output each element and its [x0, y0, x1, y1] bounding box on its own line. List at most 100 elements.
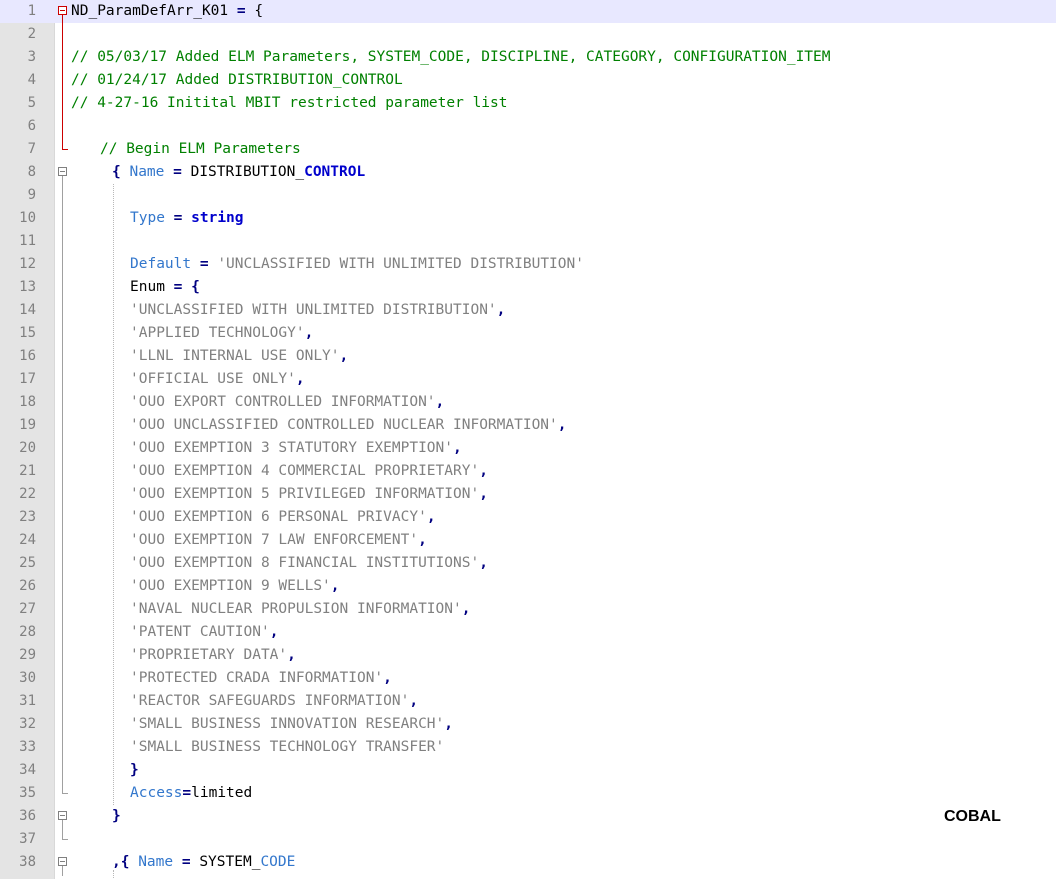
code-token: = [173, 854, 200, 870]
line-number: 32 [19, 716, 36, 732]
code-line[interactable]: 17 'OFFICIAL USE ONLY', [0, 368, 1056, 391]
code-token: , [557, 417, 567, 433]
line-text: 'SMALL BUSINESS INNOVATION RESEARCH', [130, 715, 453, 734]
line-number: 31 [19, 693, 36, 709]
line-number: 22 [19, 486, 36, 502]
fold-toggle-icon[interactable] [58, 6, 67, 15]
code-line[interactable]: 32 'SMALL BUSINESS INNOVATION RESEARCH', [0, 713, 1056, 736]
code-line[interactable]: 25 'OUO EXEMPTION 8 FINANCIAL INSTITUTION… [0, 552, 1056, 575]
line-number: 16 [19, 348, 36, 364]
code-line[interactable]: 35 Access=limited [0, 782, 1056, 805]
code-token: , [479, 555, 488, 571]
code-token: 'UNCLASSIFIED WITH UNLIMITED DISTRIBUTIO… [130, 302, 497, 318]
code-line[interactable]: 15 'APPLIED TECHNOLOGY', [0, 322, 1056, 345]
code-line[interactable]: 4 // 01/24/17 Added DISTRIBUTION_CONTROL [0, 69, 1056, 92]
line-text: 'OUO EXEMPTION 5 PRIVILEGED INFORMATION'… [130, 485, 488, 504]
fold-line [62, 176, 63, 793]
overlay-label: COBAL [944, 808, 1001, 825]
line-text: } [130, 761, 139, 780]
line-number: 9 [27, 187, 36, 203]
code-line[interactable]: 11 [0, 230, 1056, 253]
line-number: 4 [27, 72, 36, 88]
code-line[interactable]: 8 { Name = DISTRIBUTION_CONTROL [0, 161, 1056, 184]
line-number: 24 [19, 532, 36, 548]
code-token: , [304, 325, 314, 341]
code-token: 'PROTECTED CRADA INFORMATION' [130, 670, 384, 686]
code-line[interactable]: 18 'OUO EXPORT CONTROLLED INFORMATION', [0, 391, 1056, 414]
code-line[interactable]: 9 [0, 184, 1056, 207]
code-token: , [339, 348, 349, 364]
code-line[interactable]: 21 'OUO EXEMPTION 4 COMMERCIAL PROPRIETAR… [0, 460, 1056, 483]
code-line[interactable]: 16 'LLNL INTERNAL USE ONLY', [0, 345, 1056, 368]
code-token: 'SMALL BUSINESS INNOVATION RESEARCH' [130, 716, 445, 732]
code-line[interactable]: 3 // 05/03/17 Added ELM Parameters, SYSTE… [0, 46, 1056, 69]
code-line[interactable]: 1 ND_ParamDefArr_K01 = { [0, 0, 1056, 23]
line-text: 'OFFICIAL USE ONLY', [130, 370, 305, 389]
code-token: 'OUO EXEMPTION 6 PERSONAL PRIVACY' [130, 509, 427, 525]
code-line[interactable]: 7 // Begin ELM Parameters [0, 138, 1056, 161]
line-text: 'UNCLASSIFIED WITH UNLIMITED DISTRIBUTIO… [130, 301, 505, 320]
code-line[interactable]: 23 'OUO EXEMPTION 6 PERSONAL PRIVACY', [0, 506, 1056, 529]
code-token: , [418, 532, 427, 548]
line-number: 11 [19, 233, 36, 249]
code-line[interactable]: 22 'OUO EXEMPTION 5 PRIVILEGED INFORMATIO… [0, 483, 1056, 506]
code-line[interactable]: 12 Default = 'UNCLASSIFIED WITH UNLIMITED… [0, 253, 1056, 276]
code-token: limited [191, 785, 253, 801]
code-line[interactable]: 38 ,{ Name = SYSTEM_CODE [0, 851, 1056, 874]
code-line[interactable]: 10 Type = string [0, 207, 1056, 230]
code-line[interactable]: 36} [0, 805, 1056, 828]
code-token: Name [138, 854, 174, 870]
line-number: 35 [19, 785, 36, 801]
line-text: 'REACTOR SAFEGUARDS INFORMATION', [130, 692, 418, 711]
code-token: 'OUO EXEMPTION 9 WELLS' [130, 578, 331, 594]
code-line[interactable]: 5 // 4-27-16 Initital MBIT restricted par… [0, 92, 1056, 115]
line-text: 'APPLIED TECHNOLOGY', [130, 324, 313, 343]
code-token: Name [129, 164, 165, 180]
line-text: // 01/24/17 Added DISTRIBUTION_CONTROL [71, 71, 403, 90]
code-token: 'UNCLASSIFIED WITH UNLIMITED DISTRIBUTIO… [217, 256, 584, 272]
code-token: , [409, 693, 419, 709]
code-line[interactable]: 20 'OUO EXEMPTION 3 STATUTORY EXEMPTION', [0, 437, 1056, 460]
code-line[interactable]: 30 'PROTECTED CRADA INFORMATION', [0, 667, 1056, 690]
code-line[interactable]: 6 [0, 115, 1056, 138]
line-number: 33 [19, 739, 36, 755]
line-number: 5 [27, 95, 36, 111]
code-token: 'NAVAL NUCLEAR PROPULSION INFORMATION' [130, 601, 462, 617]
fold-toggle-icon[interactable] [58, 167, 67, 176]
code-token: , [330, 578, 340, 594]
code-token: , [295, 371, 305, 387]
line-text: 'PROPRIETARY DATA', [130, 646, 296, 665]
line-number: 15 [19, 325, 36, 341]
code-line[interactable]: 29 'PROPRIETARY DATA', [0, 644, 1056, 667]
code-token: // 05/03/17 Added ELM Parameters, SYSTEM… [71, 49, 831, 65]
fold-line [62, 15, 63, 149]
fold-toggle-icon[interactable] [58, 811, 67, 820]
code-line[interactable]: 26 'OUO EXEMPTION 9 WELLS', [0, 575, 1056, 598]
code-line[interactable]: 34} [0, 759, 1056, 782]
code-token: { [112, 164, 130, 180]
code-line[interactable]: 19 'OUO UNCLASSIFIED CONTROLLED NUCLEAR I… [0, 414, 1056, 437]
code-token: // Begin ELM Parameters [100, 141, 301, 157]
code-line[interactable]: 14 'UNCLASSIFIED WITH UNLIMITED DISTRIBUT… [0, 299, 1056, 322]
code-line[interactable]: 28 'PATENT CAUTION', [0, 621, 1056, 644]
code-line[interactable]: 2 [0, 23, 1056, 46]
code-line[interactable]: 27 'NAVAL NUCLEAR PROPULSION INFORMATION'… [0, 598, 1056, 621]
code-token: , [426, 509, 436, 525]
fold-toggle-icon[interactable] [58, 857, 67, 866]
code-line[interactable]: 24 'OUO EXEMPTION 7 LAW ENFORCEMENT', [0, 529, 1056, 552]
code-line[interactable]: 37 [0, 828, 1056, 851]
code-token: 'SMALL BUSINESS TECHNOLOGY TRANSFER' [130, 739, 445, 755]
line-text: 'OUO UNCLASSIFIED CONTROLLED NUCLEAR INF… [130, 416, 567, 435]
line-number: 8 [27, 164, 36, 180]
code-token: // 01/24/17 Added DISTRIBUTION_CONTROL [71, 72, 403, 88]
code-editor[interactable]: 1 ND_ParamDefArr_K01 = {2 3// 05/03/17 Add… [0, 0, 1056, 879]
line-text: 'OUO EXEMPTION 6 PERSONAL PRIVACY', [130, 508, 436, 527]
code-token: { [182, 279, 200, 295]
code-token: 'OUO EXEMPTION 4 COMMERCIAL PROPRIETARY' [130, 463, 480, 479]
code-line[interactable]: 13 Enum = { [0, 276, 1056, 299]
code-line[interactable]: 31 'REACTOR SAFEGUARDS INFORMATION', [0, 690, 1056, 713]
code-line[interactable]: 33 'SMALL BUSINESS TECHNOLOGY TRANSFER' [0, 736, 1056, 759]
code-token: Type [130, 210, 165, 226]
line-number: 14 [19, 302, 36, 318]
code-token: } [112, 808, 121, 824]
